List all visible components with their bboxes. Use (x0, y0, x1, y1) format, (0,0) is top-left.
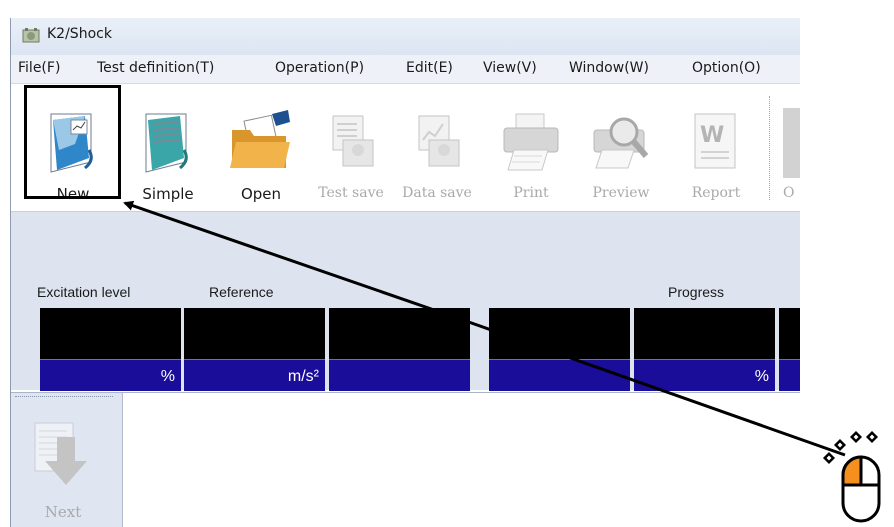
pointer-arrow (123, 200, 846, 457)
mouse-click-icon (822, 430, 881, 523)
annotation-overlay (123, 200, 881, 523)
